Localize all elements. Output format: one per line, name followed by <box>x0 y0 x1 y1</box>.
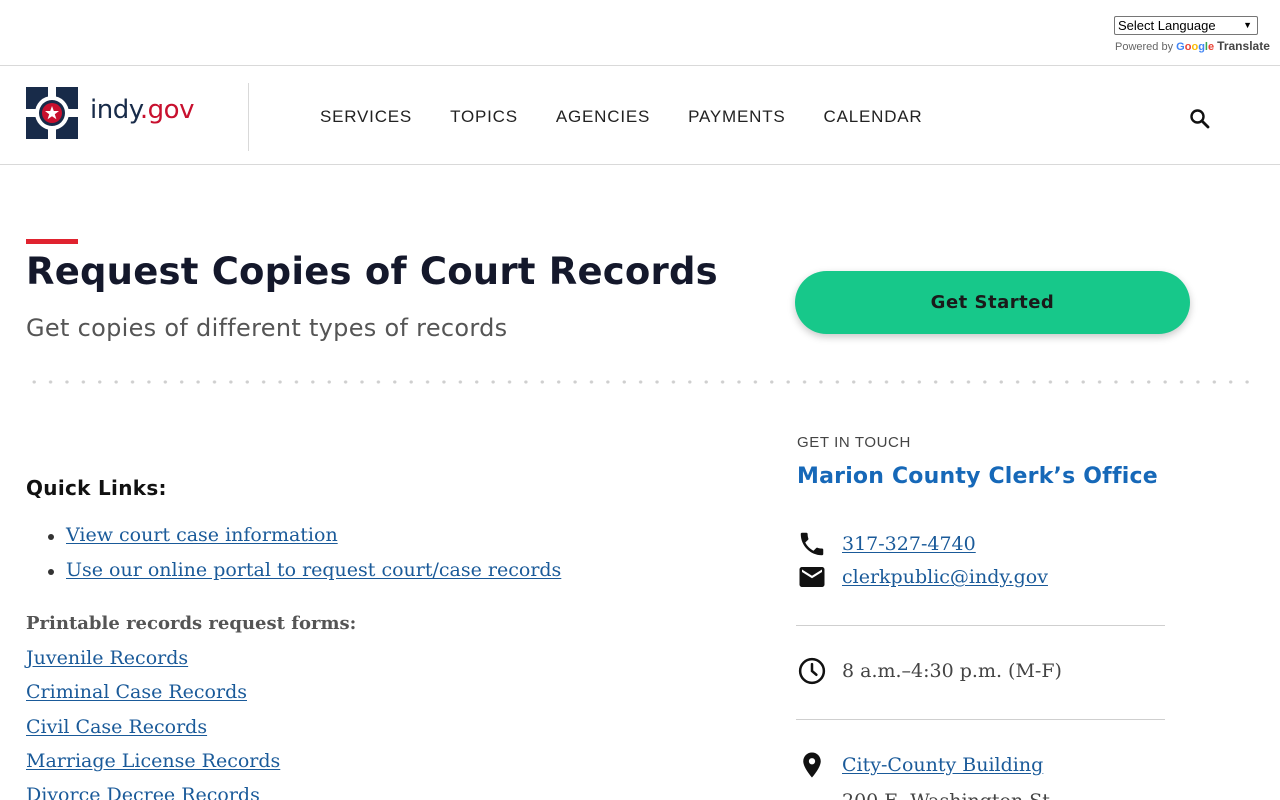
location-pin-icon <box>803 752 821 778</box>
language-select-label: Select Language <box>1118 18 1216 33</box>
quick-links-list: View court case information Use our onli… <box>46 524 561 594</box>
search-icon <box>1190 109 1210 129</box>
site-logo[interactable]: indy.gov <box>26 87 194 139</box>
logo-wordmark: indy.gov <box>90 95 194 125</box>
powered-by-google: Powered by Google Translate <box>1115 39 1270 53</box>
nav-payments[interactable]: Payments <box>688 107 785 127</box>
juvenile-records-link[interactable]: Juvenile Records <box>26 647 188 669</box>
google-logo: Google <box>1176 41 1215 53</box>
translate-bar: Select Language ▼ Powered by Google Tran… <box>0 0 1280 66</box>
phone-link[interactable]: 317-327-4740 <box>842 533 976 555</box>
nav-agencies[interactable]: Agencies <box>556 107 650 127</box>
list-item: View court case information <box>46 524 561 559</box>
site-header: indy.gov Services Topics Agencies Paymen… <box>0 67 1280 165</box>
civil-records-link[interactable]: Civil Case Records <box>26 716 207 738</box>
forms-heading: Printable records request forms: <box>26 613 357 634</box>
forms-list: Juvenile Records Criminal Case Records C… <box>26 647 280 800</box>
contact-email-row: clerkpublic@indy.gov <box>797 562 1048 592</box>
address-line: 200 E. Washington St. <box>842 790 1056 800</box>
nav-calendar[interactable]: Calendar <box>824 107 923 127</box>
contact-divider <box>796 625 1165 626</box>
marriage-records-link[interactable]: Marriage License Records <box>26 750 280 772</box>
logo-text-suffix: .gov <box>139 95 195 125</box>
title-accent-bar <box>26 239 78 244</box>
main-nav: Services Topics Agencies Payments Calend… <box>320 107 923 127</box>
nav-topics[interactable]: Topics <box>450 107 518 127</box>
contact-office-name: Marion County Clerk’s Office <box>797 464 1158 489</box>
contact-address-row: 200 E. Washington St. <box>797 786 1056 800</box>
list-item: Use our online portal to request court/c… <box>46 559 561 594</box>
page-subtitle: Get copies of different types of records <box>26 314 508 342</box>
contact-location-row: City-County Building <box>797 750 1043 780</box>
email-link[interactable]: clerkpublic@indy.gov <box>842 566 1048 588</box>
view-court-case-link[interactable]: View court case information <box>66 524 338 546</box>
indy-logo-icon <box>26 87 78 139</box>
criminal-records-link[interactable]: Criminal Case Records <box>26 681 247 703</box>
phone-icon <box>800 532 824 556</box>
header-divider <box>248 83 249 151</box>
chevron-down-icon: ▼ <box>1243 20 1252 30</box>
contact-eyebrow: Get in touch <box>797 434 911 451</box>
translate-link[interactable]: Translate <box>1217 39 1270 53</box>
logo-text-main: indy <box>90 95 140 125</box>
powered-by-label: Powered by <box>1115 41 1174 53</box>
address-spacer <box>797 786 827 800</box>
contact-divider <box>796 719 1165 720</box>
nav-services[interactable]: Services <box>320 107 412 127</box>
contact-phone-row: 317-327-4740 <box>797 529 976 559</box>
office-hours: 8 a.m.–4:30 p.m. (M-F) <box>842 660 1062 682</box>
get-started-button[interactable]: Get Started <box>795 271 1190 334</box>
divorce-records-link[interactable]: Divorce Decree Records <box>26 784 260 800</box>
online-portal-link[interactable]: Use our online portal to request court/c… <box>66 559 561 581</box>
search-button[interactable] <box>1188 107 1212 131</box>
page-title: Request Copies of Court Records <box>26 250 718 293</box>
language-select[interactable]: Select Language ▼ <box>1114 16 1258 35</box>
contact-hours-row: 8 a.m.–4:30 p.m. (M-F) <box>797 656 1062 686</box>
quick-links-heading: Quick Links: <box>26 476 167 500</box>
location-link[interactable]: City-County Building <box>842 754 1043 776</box>
clock-icon <box>798 657 826 685</box>
email-icon <box>799 567 825 587</box>
dotted-divider <box>26 380 1256 384</box>
